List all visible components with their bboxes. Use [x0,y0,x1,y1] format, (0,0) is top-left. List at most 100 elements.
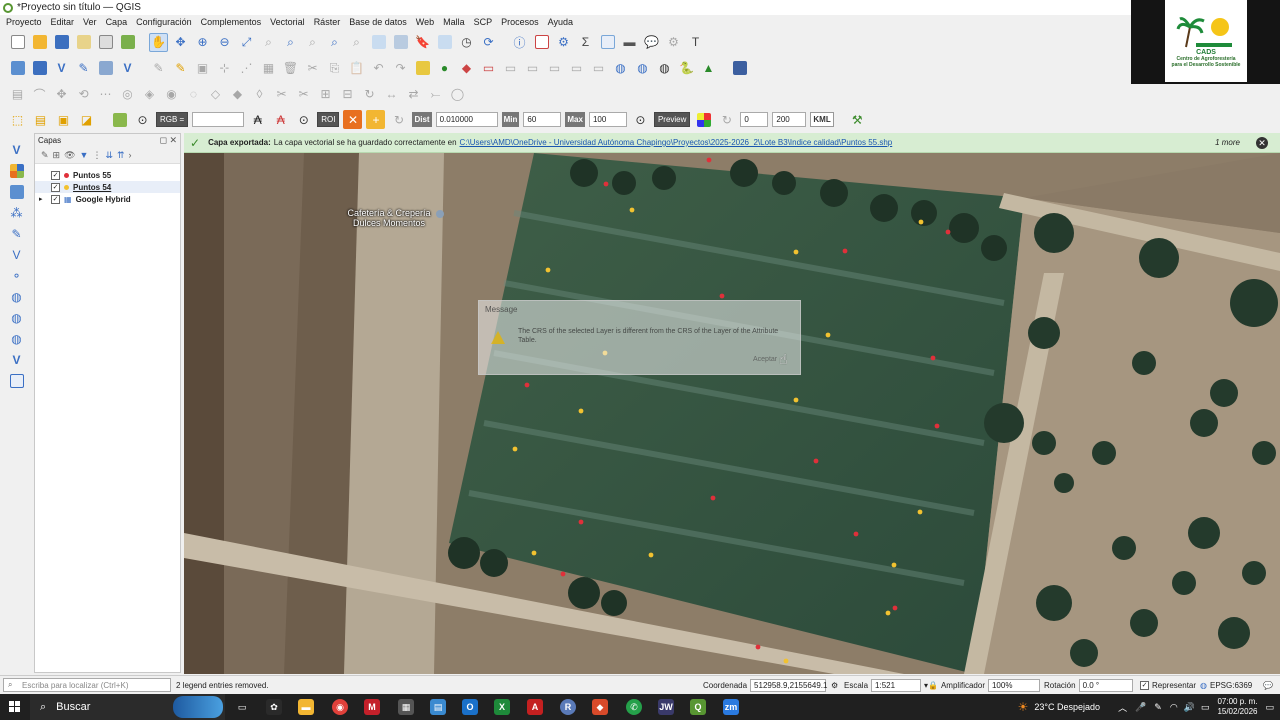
add-geopackage-icon[interactable]: ✎ [7,225,27,243]
render-checkbox[interactable]: ✓ [1140,680,1149,690]
add-raster-layer-icon[interactable] [7,162,27,180]
rotate-diagram-icon[interactable]: ▭ [589,59,608,78]
jw-icon[interactable]: JW [658,699,674,715]
message-path-link[interactable]: C:\Users\AMD\OneDrive - Universidad Autó… [460,138,893,147]
refresh-icon[interactable]: ⟳ [479,33,498,52]
menu-editar[interactable]: Editar [51,17,75,27]
map-canvas[interactable]: Cafetería & Crepería Dulces Momentos [184,153,1280,674]
crs-display[interactable]: ◍ EPSG:6369 [1200,681,1252,690]
split-features-icon[interactable]: ✂ [272,85,291,104]
scp-dock-icon[interactable] [110,110,129,129]
add-spatialite-icon[interactable]: V [7,246,27,264]
classification-preview-icon[interactable] [694,110,713,129]
measure-icon[interactable]: ▬ [620,33,639,52]
change-label-icon[interactable]: ▭ [523,59,542,78]
zoom-in-icon[interactable]: ⊕ [193,33,212,52]
move-diagram-icon[interactable]: ▭ [567,59,586,78]
roi-label[interactable]: ROI [317,112,340,127]
add-part-icon[interactable]: ◈ [140,85,159,104]
menu-configuracion[interactable]: Configuración [136,17,192,27]
create-roi-icon[interactable]: ✕ [343,110,363,129]
expand-all-icon[interactable]: ⇊ [105,150,113,161]
message-more[interactable]: 1 more [1215,138,1240,147]
app-window-icon[interactable]: ▦ [398,699,414,715]
help-icon[interactable] [730,59,749,78]
add-wfs-icon[interactable]: ◍ [7,330,27,348]
simplify-icon[interactable]: ⋯ [96,85,115,104]
geo-search-icon[interactable]: ◍ [633,59,652,78]
filter-legend-icon[interactable]: ▼ [80,150,89,160]
show-hide-label-icon[interactable]: ▭ [545,59,564,78]
copy-features-icon[interactable]: ⎘ [325,59,344,78]
new-3d-view-icon[interactable] [391,33,410,52]
open-project-icon[interactable] [30,33,49,52]
cut-features-icon[interactable]: ✂ [303,59,322,78]
preview-button[interactable]: Preview [653,112,691,127]
select-features-icon[interactable]: ⬚ [8,110,27,129]
new-geopackage-icon[interactable] [30,59,49,78]
add-ring-icon[interactable]: ◎ [118,85,137,104]
fill-ring-icon[interactable]: ◉ [162,85,181,104]
pan-hand-icon[interactable]: ✋ [149,32,168,52]
zoom-next-icon[interactable]: ⌕ [347,33,366,52]
scp-rgb-next-icon[interactable]: ₳ [271,110,290,129]
show-bookmarks-icon[interactable] [435,33,454,52]
acrobat-icon[interactable]: A [527,699,543,715]
advanced-digitize-icon[interactable]: ▤ [8,85,27,104]
dist-input[interactable]: 0.010000 [435,112,498,127]
notifications-icon[interactable]: ▭ [1265,702,1274,713]
menu-proyecto[interactable]: Proyecto [6,17,42,27]
plugin-dem-icon[interactable]: ▲ [699,59,718,78]
select-location-icon[interactable]: ◪ [77,110,96,129]
redo-preview-icon[interactable]: ↻ [717,110,736,129]
office-icon[interactable]: ◆ [592,699,608,715]
max-input[interactable]: 100 [588,112,627,127]
bookmark-icon[interactable]: 🔖 [413,33,432,52]
rotate-feature-icon[interactable]: ⟲ [74,85,93,104]
add-wcs-icon[interactable]: ◍ [7,309,27,327]
add-virtual-layer-icon[interactable]: V [7,351,27,369]
identify-icon[interactable]: ⓘ [510,33,529,52]
offset-point-symbols-icon[interactable]: ↔ [382,85,401,104]
python-console-icon[interactable]: 🐍 [677,59,696,78]
render-toggle[interactable]: ✓ Representar [1140,680,1196,690]
add-delimited-text-icon[interactable]: ⁂ [7,204,27,222]
layer-item[interactable]: ▸ ✓ ▦ Google Hybrid [35,193,180,205]
data-source-manager-icon[interactable] [8,59,27,78]
new-shapefile-icon[interactable]: V [52,59,71,78]
deselect-icon[interactable]: ▣ [54,110,73,129]
zoom-full-icon[interactable]: ⤢ [237,33,256,52]
accept-button[interactable]: Aceptar [753,356,777,363]
new-temporary-layer-icon[interactable]: V [118,59,137,78]
undo-icon[interactable]: ↶ [369,59,388,78]
menu-procesos[interactable]: Procesos [501,17,539,27]
rgb-select[interactable] [192,112,245,127]
delete-ring-icon[interactable]: ◌ [184,85,203,104]
pan-to-selection-icon[interactable]: ✥ [171,33,190,52]
toggle-editing-icon[interactable]: ✎ [171,59,190,78]
globe-camera-icon[interactable]: ◍ [655,59,674,78]
redo-roi-icon[interactable]: ↻ [389,110,408,129]
scp-rgb-icon[interactable]: ₳ [248,110,267,129]
menu-malla[interactable]: Malla [443,17,465,27]
add-group-icon[interactable]: ⊞ [53,150,61,161]
redo-icon[interactable]: ↷ [391,59,410,78]
delete-selected-icon[interactable]: 🗑 [281,59,300,78]
kml-button[interactable]: KML [810,112,834,127]
coordinate-field[interactable]: 512958.9,2155649.1 [750,678,827,692]
scp-tools-icon[interactable]: ⚒ [848,110,867,129]
menu-ayuda[interactable]: Ayuda [548,17,573,27]
preview-size-input[interactable]: 200 [772,112,807,127]
select-by-value-icon[interactable]: ▤ [31,110,50,129]
menu-scp[interactable]: SCP [474,17,493,27]
microphone-icon[interactable]: 🎤 [1135,702,1146,713]
zoom-out-icon[interactable]: ⊖ [215,33,234,52]
lock-icon[interactable]: 🔒 [928,681,938,690]
new-project-icon[interactable] [8,33,27,52]
reshape-icon[interactable]: ◆ [228,85,247,104]
messages-icon[interactable]: 💬 [1263,681,1273,690]
scp-zoom-image-icon[interactable]: ⊙ [133,110,152,129]
menu-capa[interactable]: Capa [106,17,128,27]
statistics-icon[interactable]: Σ [576,33,595,52]
expand-chevron-icon[interactable]: ▸ [39,195,47,203]
